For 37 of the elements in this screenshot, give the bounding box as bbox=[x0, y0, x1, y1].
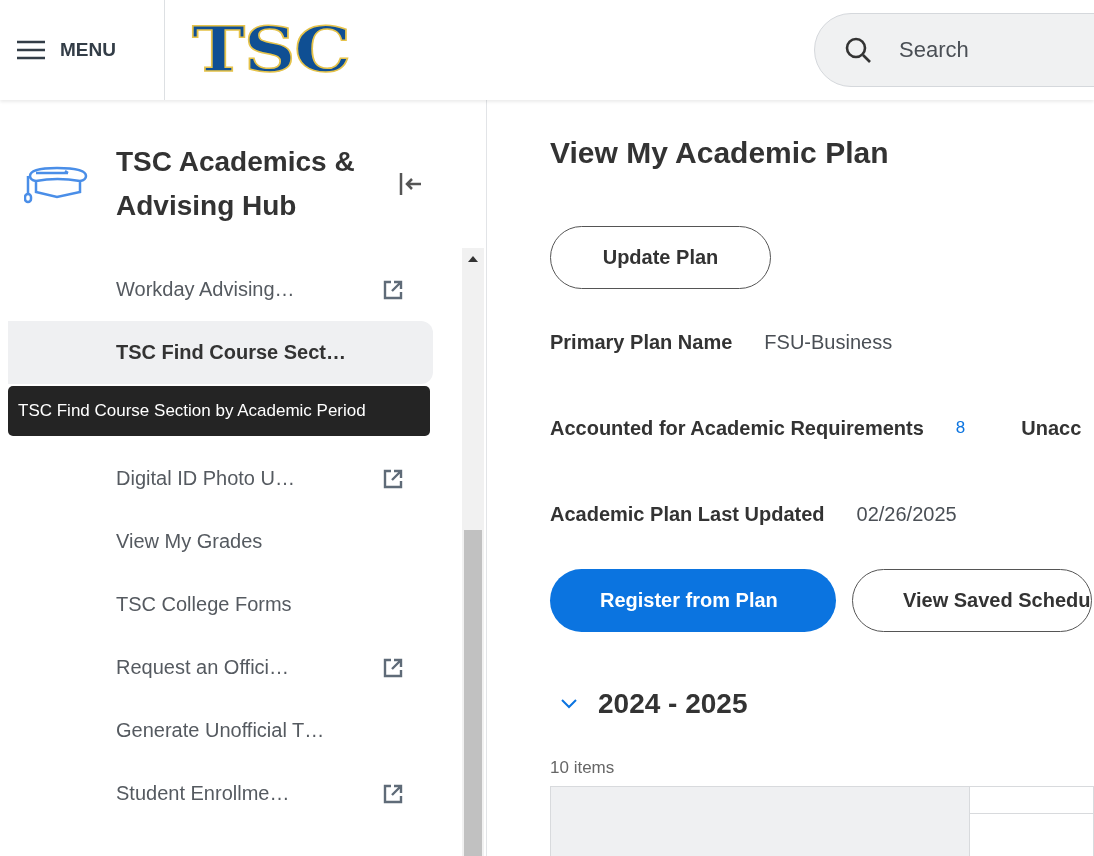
action-button[interactable]: View Saved Schedu bbox=[852, 569, 1092, 632]
update-plan-button[interactable]: Update Plan bbox=[550, 226, 771, 289]
sidebar-item[interactable]: TSC Find Course Sect… bbox=[8, 321, 433, 384]
external-link-icon bbox=[383, 279, 403, 300]
sidebar-item[interactable]: Generate Unofficial T… bbox=[8, 699, 433, 762]
external-link-icon bbox=[383, 657, 403, 678]
sidebar-item[interactable]: Student Enrollme… bbox=[8, 762, 433, 825]
field-label: Primary Plan Name bbox=[550, 330, 733, 354]
collapse-icon bbox=[398, 171, 424, 197]
college-logo[interactable]: TSC bbox=[192, 19, 350, 81]
search-icon bbox=[844, 36, 872, 64]
chevron-icon bbox=[560, 698, 578, 710]
sidebar-item[interactable]: View My Grades bbox=[8, 510, 433, 573]
sidebar-item[interactable]: Request an Offici… bbox=[8, 636, 433, 699]
field-label: Academic Plan Last Updated bbox=[550, 502, 825, 526]
page-title: View My Academic Plan bbox=[550, 136, 890, 170]
scrollbar[interactable] bbox=[462, 248, 484, 856]
field-value: 02/26/2025 bbox=[856, 502, 957, 526]
action-button[interactable]: Register from Plan bbox=[550, 569, 836, 632]
section-title: 2024 - 2025 bbox=[598, 688, 748, 720]
sidebar-item[interactable]: Digital ID Photo U… bbox=[8, 447, 433, 510]
item-count: 10 items bbox=[550, 758, 616, 778]
count-link[interactable]: 8 bbox=[955, 418, 966, 438]
hub-title: TSC Academics & Advising Hub bbox=[116, 145, 356, 223]
menu-button[interactable]: MENU bbox=[0, 0, 165, 100]
field-value: FSU-Business bbox=[764, 330, 893, 354]
tooltip: TSC Find Course Section by Academic Period bbox=[8, 386, 430, 436]
search-field[interactable]: Search bbox=[814, 13, 1094, 87]
external-link-icon bbox=[383, 468, 403, 489]
graduation-cap-icon bbox=[24, 164, 90, 204]
external-link-icon bbox=[383, 783, 403, 804]
menu-icon bbox=[16, 40, 46, 60]
sidebar-item[interactable]: TSC College Forms bbox=[8, 573, 433, 636]
scroll-up-icon bbox=[467, 255, 479, 263]
field-label: Accounted for Academic Requirements bbox=[550, 416, 924, 440]
sidebar-item[interactable]: Workday Advising… bbox=[8, 258, 433, 321]
field-label: Unacc bbox=[1021, 416, 1082, 440]
